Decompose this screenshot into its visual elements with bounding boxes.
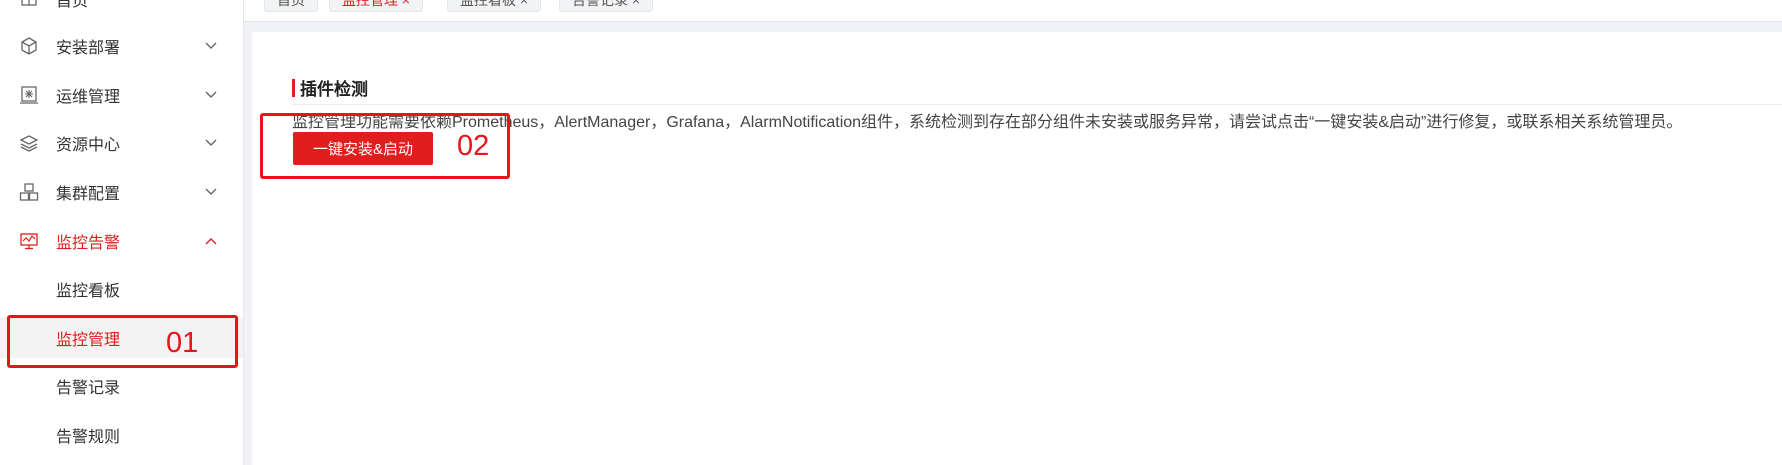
chevron-down-icon — [204, 88, 218, 102]
sidebar-item-label: 资源中心 — [56, 137, 121, 154]
sidebar-item-cluster-config[interactable]: 集群配置 — [0, 172, 243, 212]
section-divider — [292, 104, 1782, 105]
sidebar-item-label: 监控告警 — [56, 235, 121, 252]
sidebar-subitem-label: 告警规则 — [56, 429, 121, 446]
chevron-down-icon — [204, 136, 218, 150]
sidebar-item-resource-center[interactable]: 资源中心 — [0, 123, 243, 163]
title-accent-bar — [292, 78, 295, 97]
tab-home[interactable]: 首页 — [264, 0, 318, 12]
sidebar-subitem-alert-rules[interactable]: 告警规则 — [0, 415, 243, 455]
tab-monitoring-dashboard[interactable]: 监控看板 × — [447, 0, 542, 12]
chevron-down-icon — [204, 185, 218, 199]
sidebar: 首页 安装部署 运维管理 资源中心 集群配置 监控告警 监控看板 监控管理 告警… — [0, 0, 244, 465]
tab-monitoring-management[interactable]: 监控管理 × — [329, 0, 424, 12]
tab-bar: 首页 监控管理 × 监控看板 × 告警记录 × — [244, 0, 1782, 22]
sidebar-subitem-label: 监控看板 — [56, 283, 121, 300]
chevron-up-icon — [204, 234, 218, 248]
tab-alert-records[interactable]: 告警记录 × — [559, 0, 654, 12]
sidebar-item-install-deploy[interactable]: 安装部署 — [0, 26, 243, 66]
chevron-down-icon — [204, 39, 218, 53]
box-icon — [18, 35, 40, 57]
main-content-card: 插件检测 监控管理功能需要依赖Prometheus，AlertManager，G… — [252, 32, 1782, 465]
section-header: 插件检测 — [292, 75, 368, 100]
home-icon — [18, 0, 40, 10]
monitor-icon — [18, 230, 40, 252]
sidebar-subitem-alert-records[interactable]: 告警记录 — [0, 366, 243, 406]
ops-icon — [18, 84, 40, 106]
cluster-icon — [18, 181, 40, 203]
sidebar-item-monitoring-alerts[interactable]: 监控告警 — [0, 221, 243, 261]
sidebar-item-label: 首页 — [56, 0, 89, 10]
layers-icon — [18, 132, 40, 154]
sidebar-item-home[interactable]: 首页 — [0, 0, 243, 19]
sidebar-subitem-label: 告警记录 — [56, 380, 121, 397]
annotation-label-01: 01 — [166, 327, 199, 359]
annotation-box-01 — [7, 315, 238, 368]
sidebar-item-label: 运维管理 — [56, 89, 121, 106]
sidebar-item-label: 安装部署 — [56, 40, 121, 57]
sidebar-item-label: 集群配置 — [56, 186, 121, 203]
sidebar-subitem-monitoring-dashboard[interactable]: 监控看板 — [0, 269, 243, 309]
section-title: 插件检测 — [300, 80, 368, 99]
annotation-label-02: 02 — [457, 130, 490, 162]
sidebar-item-ops[interactable]: 运维管理 — [0, 75, 243, 115]
